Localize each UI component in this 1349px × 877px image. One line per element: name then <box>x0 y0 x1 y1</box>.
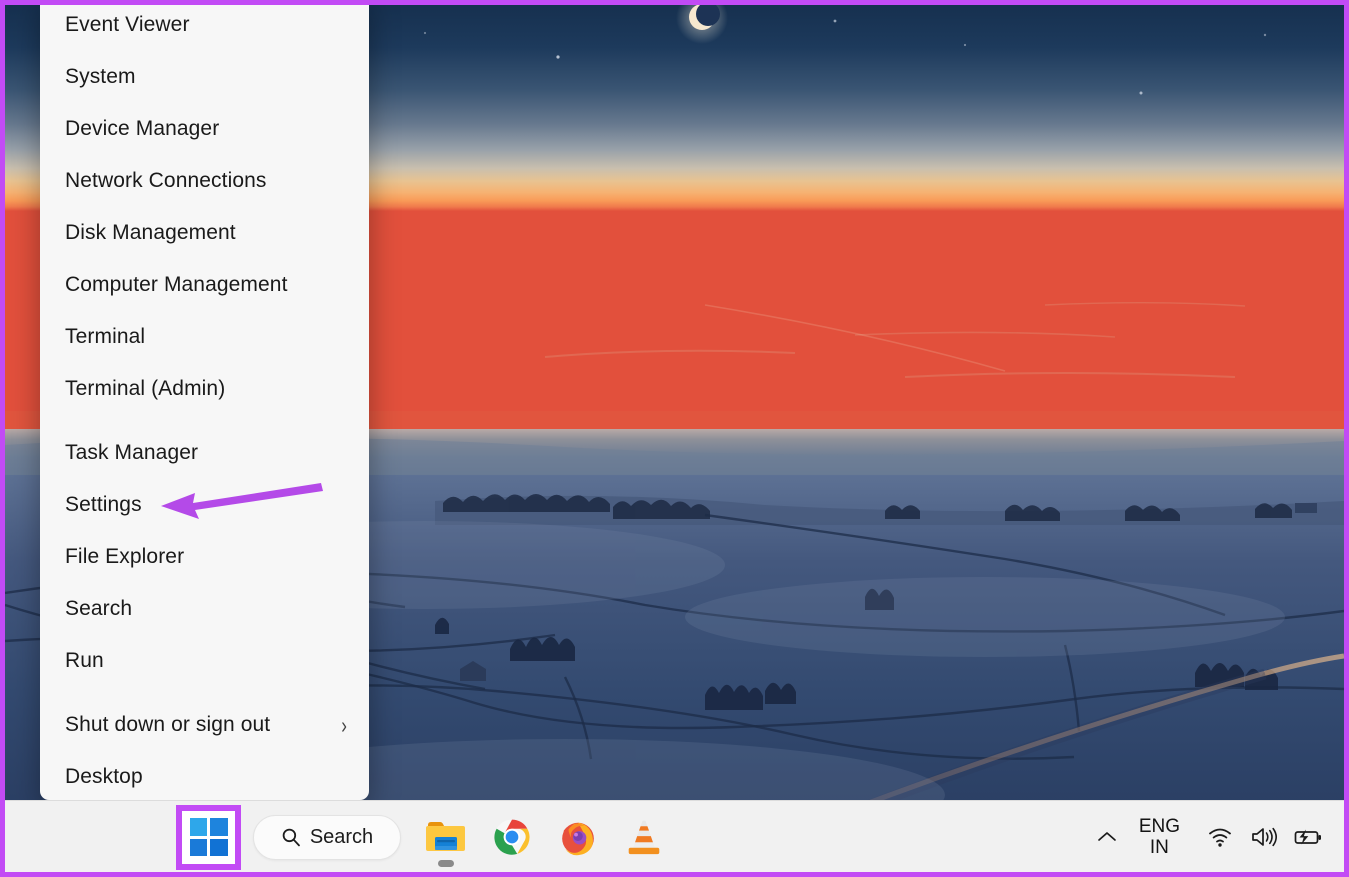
chevron-up-icon <box>1096 830 1118 844</box>
menu-item-terminal-admin[interactable]: Terminal (Admin) <box>40 363 369 415</box>
taskbar-center-group: Search <box>176 801 677 873</box>
volume-icon <box>1250 826 1278 848</box>
windows-logo-icon <box>210 839 228 857</box>
menu-item-disk-management[interactable]: Disk Management <box>40 207 369 259</box>
menu-item-desktop[interactable]: Desktop <box>40 751 369 800</box>
windows-logo-icon <box>190 839 208 857</box>
winx-quick-link-menu[interactable]: Event Viewer System Device Manager Netwo… <box>40 0 369 800</box>
windows-logo-icon <box>210 818 228 836</box>
menu-item-file-explorer[interactable]: File Explorer <box>40 531 369 583</box>
search-icon <box>281 827 301 847</box>
start-button[interactable] <box>190 818 228 856</box>
tray-overflow-button[interactable] <box>1087 814 1127 860</box>
menu-item-label: Search <box>65 597 351 621</box>
menu-group-session: Shut down or sign out › Desktop <box>40 699 369 800</box>
chevron-right-icon: › <box>341 714 347 737</box>
menu-item-label: Terminal <box>65 325 351 349</box>
menu-item-label: Desktop <box>65 765 351 789</box>
menu-item-run[interactable]: Run <box>40 635 369 687</box>
menu-item-label: Device Manager <box>65 117 351 141</box>
menu-item-search[interactable]: Search <box>40 583 369 635</box>
tray-battery-button[interactable] <box>1288 814 1328 860</box>
menu-item-label: Settings <box>65 493 351 517</box>
menu-item-event-viewer[interactable]: Event Viewer <box>40 0 369 51</box>
language-line-2: IN <box>1150 837 1169 858</box>
menu-item-label: Terminal (Admin) <box>65 377 351 401</box>
menu-item-label: Run <box>65 649 351 673</box>
battery-charging-icon <box>1293 827 1323 847</box>
taskbar-app-mozilla-firefox[interactable] <box>552 809 604 865</box>
menu-item-computer-management[interactable]: Computer Management <box>40 259 369 311</box>
menu-item-network-connections[interactable]: Network Connections <box>40 155 369 207</box>
menu-item-label: Disk Management <box>65 221 351 245</box>
tray-volume-button[interactable] <box>1244 814 1284 860</box>
cone-icon <box>626 818 662 856</box>
menu-item-shut-down-or-sign-out[interactable]: Shut down or sign out › <box>40 699 369 751</box>
taskbar-app-google-chrome[interactable] <box>486 809 538 865</box>
menu-item-label: Network Connections <box>65 169 351 193</box>
start-button-highlight <box>176 805 241 870</box>
menu-item-system[interactable]: System <box>40 51 369 103</box>
taskbar-app-vlc-media-player[interactable] <box>618 809 670 865</box>
windows-logo-icon <box>190 818 208 836</box>
menu-item-label: Event Viewer <box>65 13 351 37</box>
desktop-screen: Event Viewer System Device Manager Netwo… <box>0 0 1349 877</box>
search-label: Search <box>310 826 373 849</box>
taskbar: Search <box>5 800 1344 872</box>
language-line-1: ENG <box>1139 816 1180 837</box>
tray-network-button[interactable] <box>1200 814 1240 860</box>
menu-group-system-tools: Event Viewer System Device Manager Netwo… <box>40 0 369 415</box>
menu-item-label: Computer Management <box>65 273 351 297</box>
menu-item-task-manager[interactable]: Task Manager <box>40 427 369 479</box>
folder-icon <box>426 819 466 855</box>
wifi-icon <box>1207 826 1233 848</box>
menu-item-label: File Explorer <box>65 545 351 569</box>
menu-item-settings[interactable]: Settings <box>40 479 369 531</box>
menu-item-label: System <box>65 65 351 89</box>
menu-group-shell: Task Manager Settings File Explorer Sear… <box>40 427 369 687</box>
language-indicator[interactable]: ENG IN <box>1133 814 1186 861</box>
firefox-icon <box>559 818 597 856</box>
running-indicator <box>438 860 454 867</box>
menu-item-label: Shut down or sign out <box>65 713 341 737</box>
chrome-icon <box>493 818 531 856</box>
menu-item-device-manager[interactable]: Device Manager <box>40 103 369 155</box>
system-tray: ENG IN <box>1087 801 1330 873</box>
taskbar-app-file-explorer[interactable] <box>420 809 472 865</box>
menu-item-terminal[interactable]: Terminal <box>40 311 369 363</box>
menu-item-label: Task Manager <box>65 441 351 465</box>
search-button[interactable]: Search <box>253 815 401 860</box>
